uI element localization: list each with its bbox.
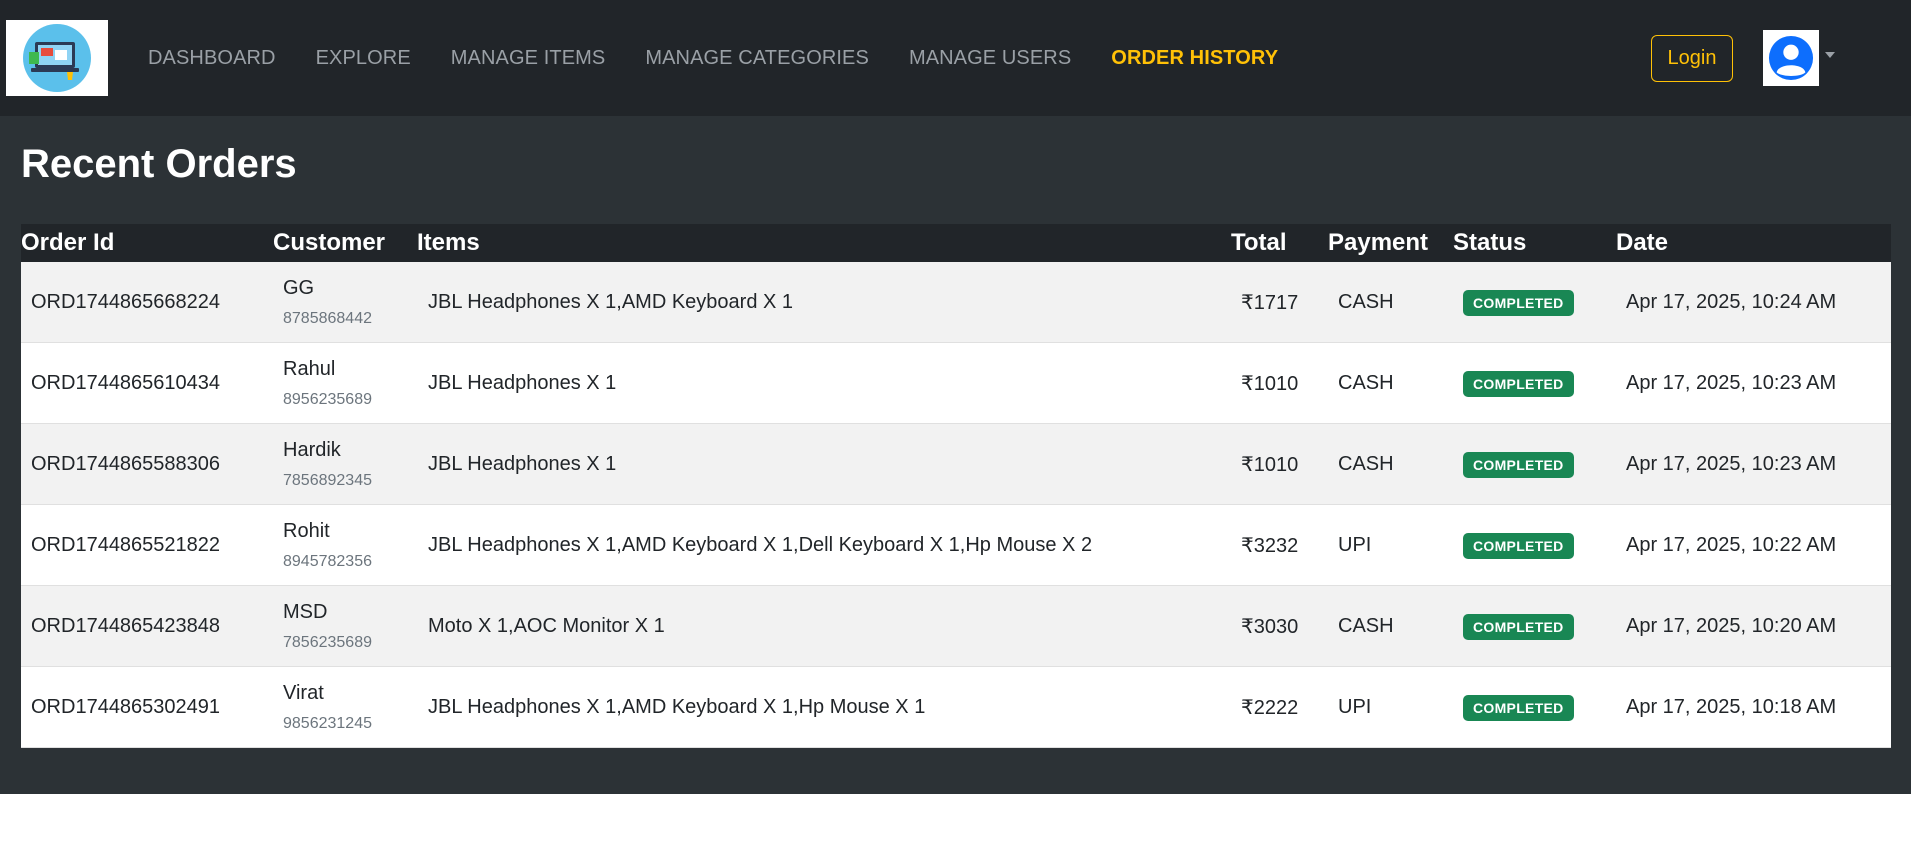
header-customer: Customer bbox=[273, 229, 386, 256]
header-order-id: Order Id bbox=[21, 229, 115, 256]
table-body: ORD1744865668224 GG 8785868442 JBL Headp… bbox=[21, 262, 1891, 748]
customer-phone: 7856235689 bbox=[283, 634, 372, 651]
customer-phone: 7856892345 bbox=[283, 472, 372, 489]
table-header: Order Id Customer Items Total Payment St… bbox=[21, 224, 1891, 262]
customer-cell: Rahul 8956235689 bbox=[283, 343, 372, 424]
order-date: Apr 17, 2025, 10:23 AM bbox=[1626, 372, 1837, 394]
status-badge: COMPLETED bbox=[1463, 289, 1574, 316]
status-badge: COMPLETED bbox=[1463, 370, 1574, 397]
nav-link-explore[interactable]: EXPLORE bbox=[316, 47, 411, 70]
order-date: Apr 17, 2025, 10:24 AM bbox=[1626, 291, 1837, 313]
table-row[interactable]: ORD1744865302491 Virat 9856231245 JBL He… bbox=[21, 667, 1891, 748]
header-status: Status bbox=[1453, 229, 1527, 256]
order-items: JBL Headphones X 1 bbox=[428, 453, 617, 475]
payment-method: CASH bbox=[1338, 615, 1394, 637]
user-avatar-icon bbox=[1768, 35, 1814, 81]
order-id: ORD1744865668224 bbox=[31, 291, 221, 313]
customer-cell: GG 8785868442 bbox=[283, 262, 372, 343]
table-row[interactable]: ORD1744865588306 Hardik 7856892345 JBL H… bbox=[21, 424, 1891, 505]
page-title: Recent Orders bbox=[21, 142, 297, 186]
status-cell: COMPLETED bbox=[1463, 262, 1574, 343]
order-items: JBL Headphones X 1,AMD Keyboard X 1,Dell… bbox=[428, 534, 1093, 556]
customer-cell: MSD 7856235689 bbox=[283, 586, 372, 667]
order-id: ORD1744865588306 bbox=[31, 453, 221, 475]
customer-name: Virat bbox=[283, 682, 324, 704]
nav-link-order-history[interactable]: ORDER HISTORY bbox=[1111, 47, 1278, 70]
order-total: ₹3232 bbox=[1241, 535, 1299, 557]
payment-method: UPI bbox=[1338, 696, 1372, 718]
orders-table: Order Id Customer Items Total Payment St… bbox=[21, 224, 1891, 748]
customer-phone: 9856231245 bbox=[283, 715, 372, 732]
order-items: JBL Headphones X 1,AMD Keyboard X 1 bbox=[428, 291, 794, 313]
login-button[interactable]: Login bbox=[1651, 35, 1733, 82]
order-date: Apr 17, 2025, 10:23 AM bbox=[1626, 453, 1837, 475]
order-total: ₹2222 bbox=[1241, 697, 1299, 719]
status-cell: COMPLETED bbox=[1463, 667, 1574, 748]
customer-name: Hardik bbox=[283, 439, 341, 461]
table-row[interactable]: ORD1744865610434 Rahul 8956235689 JBL He… bbox=[21, 343, 1891, 424]
order-id: ORD1744865521822 bbox=[31, 534, 221, 556]
header-items: Items bbox=[417, 229, 480, 256]
customer-name: Rahul bbox=[283, 358, 336, 380]
table-row[interactable]: ORD1744865521822 Rohit 8945782356 JBL He… bbox=[21, 505, 1891, 586]
header-payment: Payment bbox=[1328, 229, 1429, 256]
customer-name: Rohit bbox=[283, 520, 330, 542]
payment-method: UPI bbox=[1338, 534, 1372, 556]
order-id: ORD1744865423848 bbox=[31, 615, 221, 637]
order-total: ₹3030 bbox=[1241, 616, 1299, 638]
status-cell: COMPLETED bbox=[1463, 424, 1574, 505]
customer-name: GG bbox=[283, 277, 315, 299]
customer-phone: 8785868442 bbox=[283, 310, 372, 327]
status-badge: COMPLETED bbox=[1463, 613, 1574, 640]
order-date: Apr 17, 2025, 10:20 AM bbox=[1626, 615, 1837, 637]
customer-phone: 8945782356 bbox=[283, 553, 372, 570]
order-total: ₹1010 bbox=[1241, 373, 1299, 395]
nav-link-dashboard[interactable]: DASHBOARD bbox=[148, 47, 276, 70]
avatar bbox=[1763, 30, 1819, 86]
nav-link-manage-items[interactable]: MANAGE ITEMS bbox=[451, 47, 606, 70]
nav-links: DASHBOARD EXPLORE MANAGE ITEMS MANAGE CA… bbox=[148, 0, 1318, 116]
table-row[interactable]: ORD1744865668224 GG 8785868442 JBL Headp… bbox=[21, 262, 1891, 343]
payment-method: CASH bbox=[1338, 291, 1394, 313]
top-navbar: DASHBOARD EXPLORE MANAGE ITEMS MANAGE CA… bbox=[0, 0, 1911, 116]
payment-method: CASH bbox=[1338, 453, 1394, 475]
customer-name: MSD bbox=[283, 601, 328, 623]
order-items: JBL Headphones X 1 bbox=[428, 372, 617, 394]
customer-cell: Virat 9856231245 bbox=[283, 667, 372, 748]
header-date: Date bbox=[1616, 229, 1669, 256]
order-id: ORD1744865610434 bbox=[31, 372, 221, 394]
customer-phone: 8956235689 bbox=[283, 391, 372, 408]
customer-cell: Hardik 7856892345 bbox=[283, 424, 372, 505]
order-id: ORD1744865302491 bbox=[31, 696, 221, 718]
status-cell: COMPLETED bbox=[1463, 586, 1574, 667]
laptop-shop-logo[interactable] bbox=[6, 20, 108, 96]
logo-icon bbox=[23, 24, 91, 92]
order-items: JBL Headphones X 1,AMD Keyboard X 1,Hp M… bbox=[428, 696, 926, 718]
nav-link-manage-users[interactable]: MANAGE USERS bbox=[909, 47, 1071, 70]
status-badge: COMPLETED bbox=[1463, 694, 1574, 721]
status-cell: COMPLETED bbox=[1463, 343, 1574, 424]
table-row[interactable]: ORD1744865423848 MSD 7856235689 Moto X 1… bbox=[21, 586, 1891, 667]
nav-link-manage-categories[interactable]: MANAGE CATEGORIES bbox=[645, 47, 869, 70]
user-menu-toggle[interactable] bbox=[1763, 30, 1838, 86]
status-badge: COMPLETED bbox=[1463, 451, 1574, 478]
order-total: ₹1010 bbox=[1241, 454, 1299, 476]
payment-method: CASH bbox=[1338, 372, 1394, 394]
order-total: ₹1717 bbox=[1241, 292, 1299, 314]
customer-cell: Rohit 8945782356 bbox=[283, 505, 372, 586]
status-badge: COMPLETED bbox=[1463, 532, 1574, 559]
main-content: Recent Orders Order Id Customer Items To… bbox=[0, 116, 1911, 794]
status-cell: COMPLETED bbox=[1463, 505, 1574, 586]
order-date: Apr 17, 2025, 10:18 AM bbox=[1626, 696, 1837, 718]
order-items: Moto X 1,AOC Monitor X 1 bbox=[428, 615, 665, 637]
order-date: Apr 17, 2025, 10:22 AM bbox=[1626, 534, 1837, 556]
chevron-down-icon bbox=[1825, 52, 1835, 58]
header-total: Total bbox=[1231, 229, 1287, 256]
